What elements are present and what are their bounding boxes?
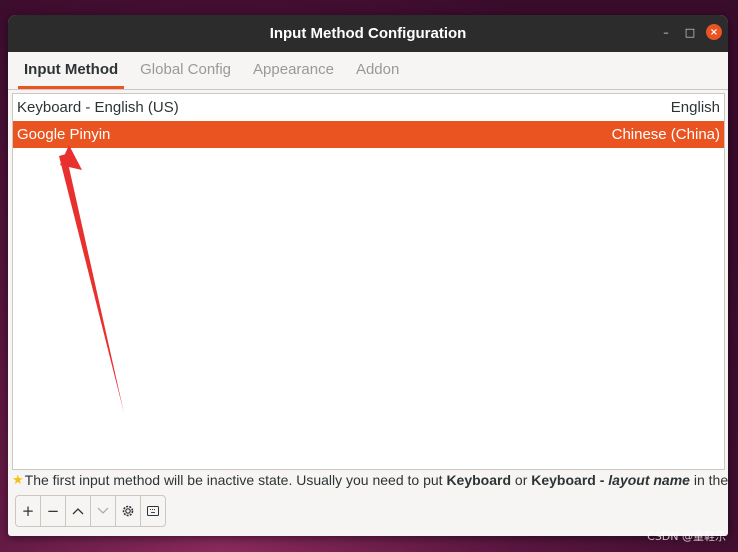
hint-keyword-layout-name: layout name bbox=[608, 472, 690, 488]
close-button[interactable]: × bbox=[706, 24, 722, 40]
list-item-google-pinyin[interactable]: Google Pinyin Chinese (China) bbox=[13, 121, 724, 148]
keyboard-layout-button[interactable] bbox=[140, 495, 166, 527]
minimize-button[interactable]: – bbox=[658, 24, 674, 40]
window-controls: – □ × bbox=[658, 24, 722, 40]
hint-keyword-keyboard-layout: Keyboard - bbox=[531, 472, 609, 488]
list-item-keyboard-english-us[interactable]: Keyboard - English (US) English bbox=[13, 94, 724, 121]
tab-bar: Input Method Global Config Appearance Ad… bbox=[8, 52, 728, 90]
keyboard-icon bbox=[147, 506, 159, 516]
hint-prefix: The first input method will be inactive … bbox=[24, 472, 447, 488]
add-button[interactable]: + bbox=[15, 495, 41, 527]
tab-global-config[interactable]: Global Config bbox=[134, 52, 237, 89]
hint-suffix: in the first place. bbox=[693, 472, 728, 488]
gear-icon bbox=[122, 505, 134, 517]
input-method-name: Google Pinyin bbox=[17, 126, 111, 143]
remove-button[interactable]: − bbox=[40, 495, 66, 527]
move-down-button[interactable] bbox=[90, 495, 116, 527]
tab-addon[interactable]: Addon bbox=[350, 52, 405, 89]
input-method-name: Keyboard - English (US) bbox=[17, 99, 179, 116]
list-toolbar: + − bbox=[15, 495, 166, 527]
minus-icon: − bbox=[46, 502, 60, 520]
input-method-list: Keyboard - English (US) English Google P… bbox=[12, 93, 725, 470]
tab-appearance[interactable]: Appearance bbox=[247, 52, 340, 89]
chevron-up-icon bbox=[72, 508, 84, 515]
chevron-down-icon bbox=[97, 507, 109, 514]
maximize-button[interactable]: □ bbox=[682, 24, 698, 40]
watermark: CSDN @童鞋乐 bbox=[647, 530, 726, 543]
hint-middle: or bbox=[511, 472, 532, 488]
input-method-config-window: Input Method Configuration – □ × Input M… bbox=[8, 15, 728, 536]
configure-button[interactable] bbox=[115, 495, 141, 527]
move-up-button[interactable] bbox=[65, 495, 91, 527]
tab-input-method[interactable]: Input Method bbox=[18, 52, 125, 89]
title-bar[interactable]: Input Method Configuration – □ × bbox=[8, 15, 728, 52]
input-method-language: English bbox=[670, 99, 720, 116]
hint-keyword-keyboard: Keyboard bbox=[446, 472, 512, 488]
plus-icon: + bbox=[21, 502, 35, 520]
input-method-language: Chinese (China) bbox=[611, 126, 720, 143]
window-title: Input Method Configuration bbox=[269, 25, 467, 42]
hint-text: ★ The first input method will be inactiv… bbox=[12, 470, 728, 490]
star-icon: ★ bbox=[12, 472, 24, 487]
